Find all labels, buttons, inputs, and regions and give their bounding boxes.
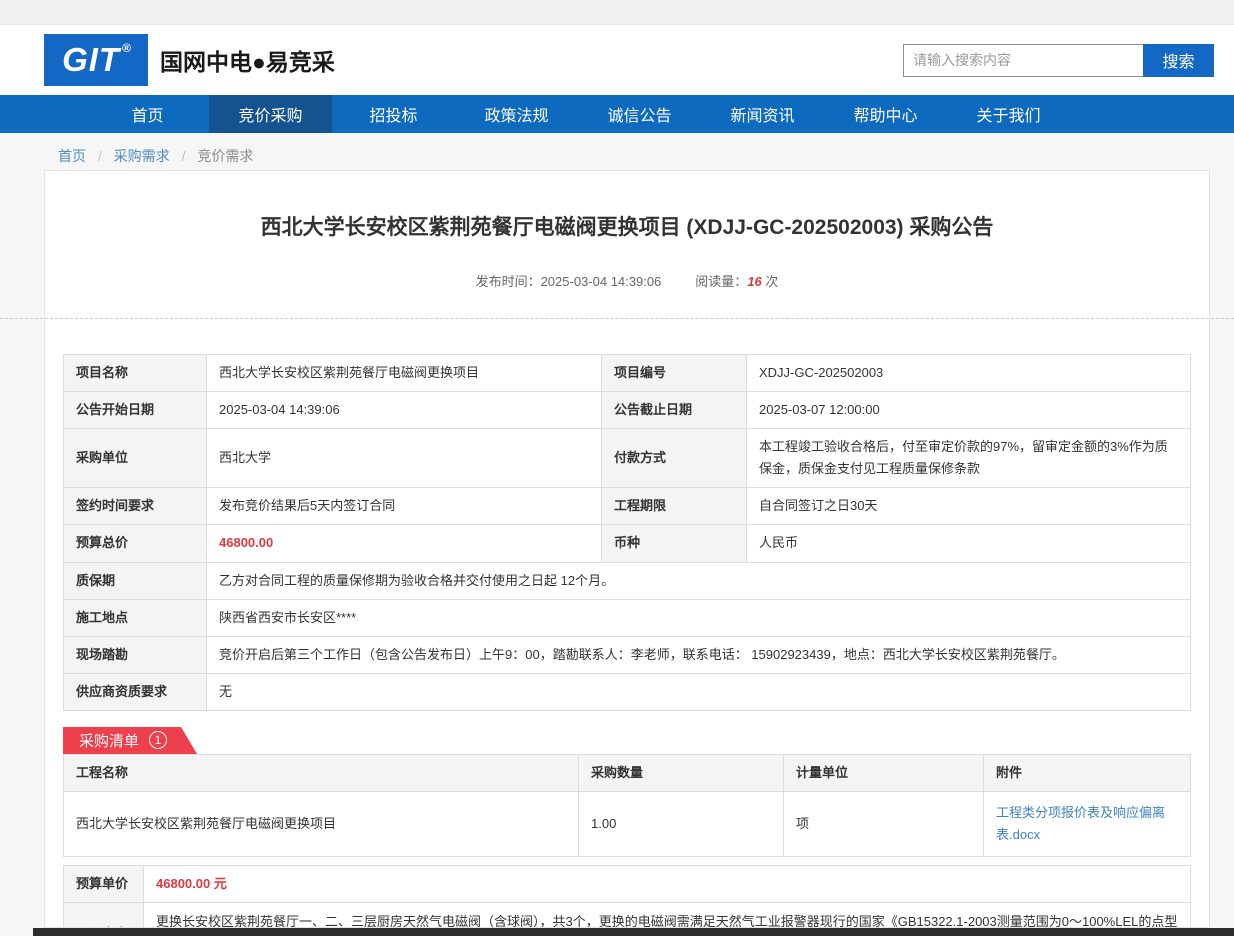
table-row: 西北大学长安校区紫荆苑餐厅电磁阀更换项目 1.00 项 工程类分项报价表及响应偏…	[64, 792, 1191, 857]
field-label: 付款方式	[602, 429, 747, 488]
column-header: 采购数量	[579, 754, 784, 791]
project-details-table: 项目名称 西北大学长安校区紫荆苑餐厅电磁阀更换项目 项目编号 XDJJ-GC-2…	[63, 354, 1191, 711]
table-row: 公告开始日期 2025-03-04 14:39:06 公告截止日期 2025-0…	[64, 392, 1191, 429]
unit-cell: 项	[784, 792, 984, 857]
announcement-card: 西北大学长安校区紫荆苑餐厅电磁阀更换项目 (XDJJ-GC-202502003)…	[44, 170, 1210, 928]
column-header: 附件	[984, 754, 1191, 791]
purchase-list-table: 工程名称 采购数量 计量单位 附件 西北大学长安校区紫荆苑餐厅电磁阀更换项目 1…	[63, 754, 1191, 857]
breadcrumb-separator: /	[98, 148, 102, 164]
budget-total-value: 46800.00	[207, 525, 602, 562]
field-label: 工程期限	[602, 488, 747, 525]
field-value: 竞价开启后第三个工作日（包含公告发布日）上午9：00，踏勘联系人：李老师，联系电…	[207, 636, 1191, 673]
main-nav: 首页 竞价采购 招投标 政策法规 诚信公告 新闻资讯 帮助中心 关于我们	[0, 95, 1234, 133]
breadcrumb-home[interactable]: 首页	[58, 148, 86, 164]
field-label: 现场踏勘	[64, 636, 207, 673]
footer-bar	[33, 928, 1234, 936]
breadcrumb-procurement-demand[interactable]: 采购需求	[114, 148, 170, 164]
field-value: 2025-03-04 14:39:06	[207, 392, 602, 429]
dashed-divider	[0, 318, 1234, 319]
publish-time-value: 2025-03-04 14:39:06	[541, 274, 662, 289]
field-label: 预算单价	[64, 866, 144, 903]
field-label: 币种	[602, 525, 747, 562]
page-background: 首页 / 采购需求 / 竞价需求 西北大学长安校区紫荆苑餐厅电磁阀更换项目 (X…	[0, 133, 1234, 936]
work-content-value: 更换长安校区紫荆苑餐厅一、二、三层厨房天然气电磁阀（含球阀），共3个，更换的电磁…	[144, 903, 1191, 928]
top-strip	[0, 0, 1234, 25]
table-header-row: 工程名称 采购数量 计量单位 附件	[64, 754, 1191, 791]
field-value: 陕西省西安市长安区****	[207, 599, 1191, 636]
field-value: 自合同签订之日30天	[747, 488, 1191, 525]
search-input[interactable]	[903, 44, 1143, 77]
views-count: 16	[747, 274, 761, 289]
field-value: 人民币	[747, 525, 1191, 562]
views-label: 阅读量：	[695, 274, 747, 289]
breadcrumb-separator: /	[182, 148, 186, 164]
field-label: 项目编号	[602, 355, 747, 392]
purchase-list-count-badge: 1	[149, 731, 167, 749]
registered-mark: ®	[122, 41, 132, 55]
table-row: 供应商资质要求 无	[64, 673, 1191, 710]
nav-item-bidding-purchase[interactable]: 竞价采购	[209, 95, 332, 133]
field-value: 本工程竣工验收合格后，付至审定价款的97%，留审定金额的3%作为质保金，质保金支…	[747, 429, 1191, 488]
nav-item-tenders[interactable]: 招投标	[332, 95, 455, 133]
field-value: 西北大学长安校区紫荆苑餐厅电磁阀更换项目	[207, 355, 602, 392]
column-header: 工程名称	[64, 754, 579, 791]
field-label: 项目名称	[64, 355, 207, 392]
purchase-list-badge-label: 采购清单	[79, 730, 139, 751]
table-row: 项目名称 西北大学长安校区紫荆苑餐厅电磁阀更换项目 项目编号 XDJJ-GC-2…	[64, 355, 1191, 392]
table-row: 预算单价 46800.00 元	[64, 866, 1191, 903]
search-area: 搜索	[903, 44, 1214, 77]
column-header: 计量单位	[784, 754, 984, 791]
field-label: 质保期	[64, 562, 207, 599]
git-logo[interactable]: GIT®	[44, 34, 148, 86]
attachment-cell: 工程类分项报价表及响应偏离表.docx	[984, 792, 1191, 857]
nav-item-news[interactable]: 新闻资讯	[701, 95, 824, 133]
field-label: 施工地点	[64, 599, 207, 636]
nav-item-about-us[interactable]: 关于我们	[947, 95, 1070, 133]
field-value: XDJJ-GC-202502003	[747, 355, 1191, 392]
table-row: 工程内容 更换长安校区紫荆苑餐厅一、二、三层厨房天然气电磁阀（含球阀），共3个，…	[64, 903, 1191, 928]
field-value: 2025-03-07 12:00:00	[747, 392, 1191, 429]
field-value: 无	[207, 673, 1191, 710]
table-row: 采购单位 西北大学 付款方式 本工程竣工验收合格后，付至审定价款的97%，留审定…	[64, 429, 1191, 488]
breadcrumb-bidding-demand: 竞价需求	[197, 148, 253, 164]
site-header: GIT® 国网中电●易竞采 搜索	[0, 25, 1234, 95]
site-title: 国网中电●易竞采	[160, 43, 335, 77]
nav-item-policies[interactable]: 政策法规	[455, 95, 578, 133]
breadcrumb: 首页 / 采购需求 / 竞价需求	[0, 133, 1234, 166]
views-unit: 次	[765, 274, 778, 289]
attachment-link[interactable]: 工程类分项报价表及响应偏离表.docx	[996, 805, 1165, 842]
announcement-meta: 发布时间：2025-03-04 14:39:06 阅读量：16 次	[63, 271, 1191, 290]
field-label: 工程内容	[64, 903, 144, 928]
logo-text: GIT	[62, 41, 120, 79]
purchase-list-badge: 采购清单 1	[63, 727, 197, 754]
table-row: 质保期 乙方对合同工程的质量保修期为验收合格并交付使用之日起 12个月。	[64, 562, 1191, 599]
field-label: 公告截止日期	[602, 392, 747, 429]
unit-price-value: 46800.00 元	[144, 866, 1191, 903]
nav-item-help-center[interactable]: 帮助中心	[824, 95, 947, 133]
table-row: 预算总价 46800.00 币种 人民币	[64, 525, 1191, 562]
field-label: 公告开始日期	[64, 392, 207, 429]
field-label: 签约时间要求	[64, 488, 207, 525]
purchase-summary-table: 预算单价 46800.00 元 工程内容 更换长安校区紫荆苑餐厅一、二、三层厨房…	[63, 865, 1191, 928]
field-value: 乙方对合同工程的质量保修期为验收合格并交付使用之日起 12个月。	[207, 562, 1191, 599]
table-row: 现场踏勘 竞价开启后第三个工作日（包含公告发布日）上午9：00，踏勘联系人：李老…	[64, 636, 1191, 673]
table-row: 签约时间要求 发布竞价结果后5天内签订合同 工程期限 自合同签订之日30天	[64, 488, 1191, 525]
nav-item-integrity-notices[interactable]: 诚信公告	[578, 95, 701, 133]
field-label: 采购单位	[64, 429, 207, 488]
field-label: 供应商资质要求	[64, 673, 207, 710]
search-button[interactable]: 搜索	[1143, 44, 1214, 77]
publish-time-label: 发布时间：	[476, 274, 541, 289]
table-row: 施工地点 陕西省西安市长安区****	[64, 599, 1191, 636]
field-value: 西北大学	[207, 429, 602, 488]
field-value: 发布竞价结果后5天内签订合同	[207, 488, 602, 525]
project-name-cell: 西北大学长安校区紫荆苑餐厅电磁阀更换项目	[64, 792, 579, 857]
quantity-cell: 1.00	[579, 792, 784, 857]
field-label: 预算总价	[64, 525, 207, 562]
page-title: 西北大学长安校区紫荆苑餐厅电磁阀更换项目 (XDJJ-GC-202502003)…	[63, 171, 1191, 241]
nav-item-home[interactable]: 首页	[86, 95, 209, 133]
